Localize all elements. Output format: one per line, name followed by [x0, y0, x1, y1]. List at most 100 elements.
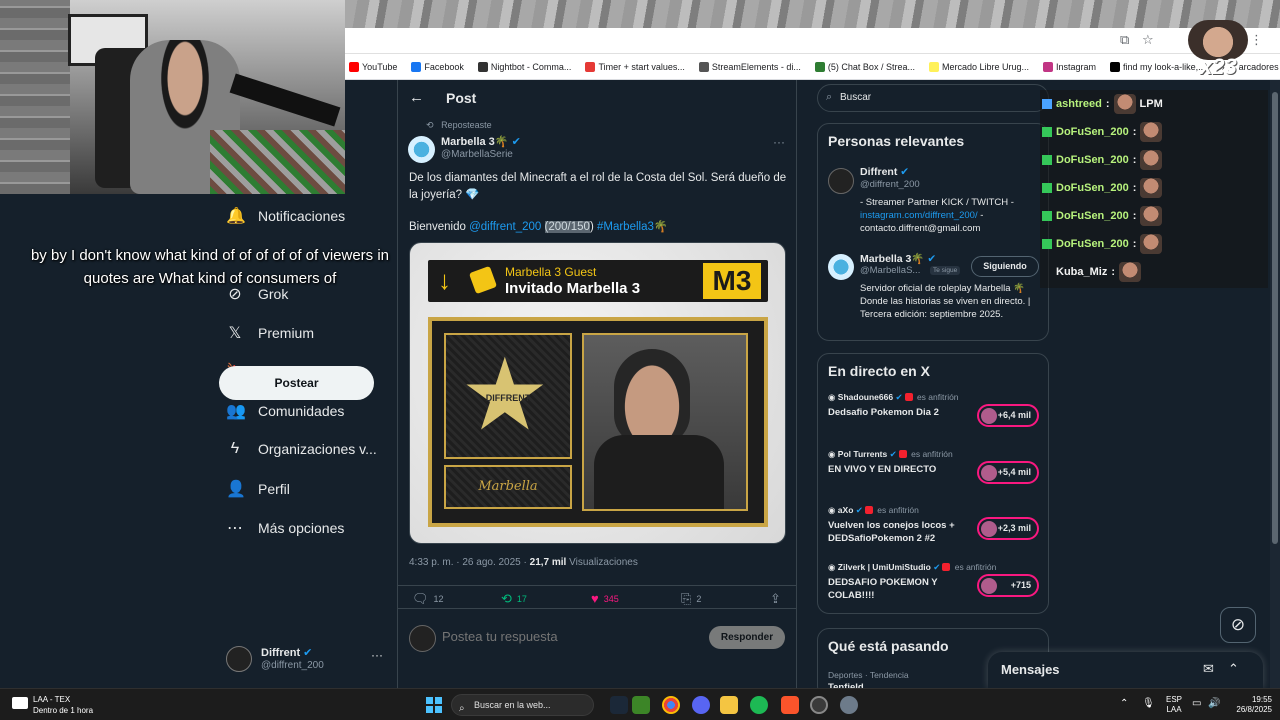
scrollbar-thumb[interactable] — [1272, 92, 1278, 544]
person-handle: @MarbellaS... — [860, 265, 921, 276]
bookmark-label: StreamElements - di... — [711, 61, 801, 72]
more-icon[interactable]: ··· — [371, 648, 383, 662]
start-button[interactable] — [426, 697, 442, 713]
live-listeners-button[interactable]: +715 — [977, 574, 1039, 597]
search-input[interactable]: Buscar — [817, 84, 1049, 112]
bookmark-favicon-icon — [1043, 61, 1054, 72]
avatar — [981, 465, 997, 481]
banner-title: Invitado Marbella 3 — [505, 280, 641, 297]
chrome-icon[interactable] — [662, 696, 680, 714]
person-marbella[interactable]: Marbella 3🌴 ✔ @MarbellaS... Te sigue Sig… — [828, 252, 1043, 338]
more-icon[interactable]: ··· — [773, 135, 785, 149]
guest-body — [594, 435, 724, 509]
host-avatar-icon: ◉ — [828, 562, 836, 572]
nav-item-más[interactable]: ⋯ Más opciones — [226, 518, 344, 538]
nav-item-organizaciones[interactable]: ϟ Organizaciones v... — [226, 440, 377, 458]
bio-link[interactable]: instagram.com/diffrent_200/ — [860, 210, 978, 221]
repost-action[interactable]: ⟲ 17 — [501, 591, 527, 607]
following-button[interactable]: Siguiendo — [971, 256, 1039, 277]
reply-input[interactable] — [442, 629, 692, 644]
bookmark-item[interactable]: Mercado Libre Urug... — [928, 61, 1030, 72]
card-title: Qué está pasando — [828, 638, 949, 654]
install-app-icon[interactable]: ⧉ — [1120, 32, 1129, 48]
bookmark-label: Mercado Libre Urug... — [941, 61, 1030, 72]
share-action[interactable]: ⇪ — [770, 591, 781, 607]
discord-icon[interactable] — [692, 696, 710, 714]
chevron-up-icon[interactable]: ⌃ — [1120, 698, 1128, 709]
clock[interactable]: 19:55 26/8/2025 — [1230, 695, 1272, 715]
obs-icon[interactable] — [810, 696, 828, 714]
nav-item-notificaciones[interactable]: 🔔 Notificaciones — [226, 206, 345, 226]
author-avatar[interactable] — [408, 136, 435, 163]
search-icon: ⌕ — [826, 91, 833, 103]
chat-emote-icon — [1140, 206, 1163, 226]
file-explorer-icon[interactable] — [720, 696, 738, 714]
star-name: DIFFRENT — [485, 393, 531, 403]
volume-icon[interactable]: 🔊 — [1208, 698, 1220, 709]
app-icon[interactable] — [840, 696, 858, 714]
post-media-image[interactable]: ↓ Marbella 3 Guest Invitado Marbella 3 M… — [409, 242, 786, 544]
chat-colon: : — [1132, 238, 1137, 250]
avatar — [409, 625, 436, 652]
bookmark-item[interactable]: Instagram — [1043, 61, 1096, 72]
bookmark-item[interactable]: (5) Chat Box / Strea... — [814, 61, 915, 72]
guest-banner: ↓ Marbella 3 Guest Invitado Marbella 3 M… — [428, 260, 768, 302]
reply-button[interactable]: Responder — [709, 626, 785, 649]
taskbar-search[interactable]: ⌕ Buscar en la web... — [451, 694, 594, 716]
live-listeners-button[interactable]: +5,4 mil — [977, 461, 1039, 484]
grok-button[interactable]: ⊘ — [1220, 607, 1256, 643]
share-icon: ⇪ — [770, 591, 781, 606]
live-listeners-button[interactable]: +2,3 mil — [977, 517, 1039, 540]
live-item[interactable]: ◉ Zilverk | UmiUmiStudio ✔ es anfitrión D… — [828, 562, 1043, 608]
x-logo-icon: 𝕏 — [228, 325, 242, 342]
account-switcher[interactable]: Diffrent ✔ @diffrent_200 ··· — [226, 644, 386, 676]
page-scrollbar[interactable] — [1270, 80, 1280, 688]
nav-item-comunidades[interactable]: 👥 Comunidades — [226, 401, 344, 421]
bookmark-item[interactable]: StreamElements - di... — [698, 61, 801, 72]
minecraft-icon[interactable] — [632, 696, 650, 714]
chat-emote-icon — [1140, 178, 1163, 198]
live-badge-icon — [864, 506, 873, 514]
hashtag-link[interactable]: #Marbella3 — [597, 221, 654, 233]
bookmark-favicon-icon — [411, 61, 422, 72]
bookmark-star-icon[interactable]: ☆ — [1142, 32, 1154, 48]
microphone-icon[interactable]: 🎙 — [1142, 698, 1155, 709]
verified-icon: ✔ — [303, 647, 313, 659]
author-name[interactable]: Marbella 3🌴 ✔ — [441, 135, 521, 148]
address-bar[interactable]: ⧉ ☆ ⋮ — [345, 28, 1280, 54]
chat-username: Kuba_Miz — [1056, 266, 1108, 278]
reply-action[interactable]: 🗨 12 — [412, 591, 444, 607]
messages-drawer[interactable]: Mensajes ✉ ⌃ — [988, 652, 1263, 688]
live-item[interactable]: ◉ Pol Turrents ✔ es anfitrión EN VIVO Y E… — [828, 449, 1043, 495]
live-listeners-button[interactable]: +6,4 mil — [977, 404, 1039, 427]
language-indicator[interactable]: ESP LAA — [1166, 695, 1182, 715]
network-icon[interactable]: ▭ — [1192, 698, 1201, 709]
back-arrow-icon[interactable]: ← — [409, 89, 424, 106]
banner-code: M3 — [703, 263, 761, 299]
person-diffrent[interactable]: Diffrent ✔ @diffrent_200 - Streamer Part… — [828, 166, 1043, 236]
mention-link[interactable]: @diffrent_200 — [469, 221, 541, 233]
spotify-icon[interactable] — [750, 696, 768, 714]
bookmark-item[interactable]: Timer + start values... — [585, 61, 685, 72]
author-handle[interactable]: @MarbellaSerie — [441, 149, 513, 160]
bookmark-item[interactable]: Nightbot - Comma... — [477, 61, 571, 72]
new-message-icon[interactable]: ✉ — [1203, 661, 1214, 677]
nav-item-label: Organizaciones v... — [258, 441, 377, 457]
more-circle-icon: ⋯ — [227, 520, 243, 537]
bookmark-action[interactable]: ⎘ 2 — [681, 591, 701, 607]
bookmark-item[interactable]: Facebook — [411, 61, 464, 72]
person-name: Diffrent ✔ — [860, 166, 910, 178]
chat-colon: : — [1132, 182, 1137, 194]
like-action[interactable]: ♥ 345 — [591, 591, 619, 606]
brave-icon[interactable] — [781, 696, 799, 714]
bookmark-item[interactable]: YouTube — [349, 61, 397, 72]
live-item[interactable]: ◉ aXo ✔ es anfitrión Vuelven los conejos … — [828, 505, 1043, 551]
chat-colon: : — [1105, 98, 1110, 110]
chat-text: LPM — [1139, 98, 1163, 110]
nav-item-perfil[interactable]: 👤 Perfil — [226, 479, 290, 499]
live-item[interactable]: ◉ Shadoune666 ✔ es anfitrión Dedsafio Pok… — [828, 392, 1043, 438]
nav-item-premium[interactable]: 𝕏 Premium — [226, 323, 314, 343]
post-button[interactable]: Postear — [219, 366, 374, 400]
expand-icon[interactable]: ⌃ — [1228, 661, 1239, 677]
steam-icon[interactable] — [610, 696, 628, 714]
